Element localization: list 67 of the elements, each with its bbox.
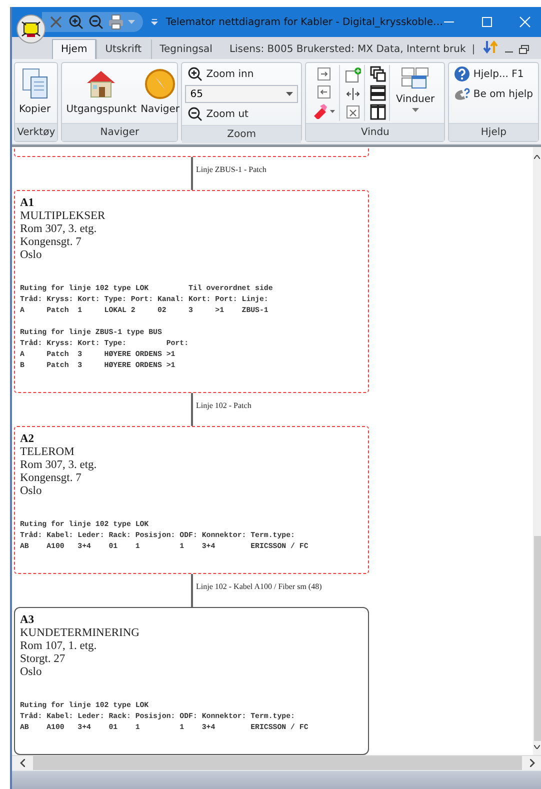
node-name: A3 bbox=[20, 614, 36, 627]
ribbon-tab[interactable]: Hjem bbox=[52, 39, 96, 59]
node-text: Rom 307, 3. etg. bbox=[20, 459, 98, 472]
node-text: TELEROM bbox=[20, 446, 76, 459]
window-title: Telemator nettdiagram for Kabler - Digital_krysskoble… bbox=[166, 16, 443, 28]
eraser-pencil-icon[interactable] bbox=[312, 103, 336, 119]
zoom-out-button[interactable]: Zoom ut bbox=[185, 105, 298, 123]
node-text: Oslo bbox=[20, 666, 43, 679]
connector-label: Linje ZBUS-1 - Patch bbox=[195, 164, 266, 176]
group-label: Zoom bbox=[182, 125, 301, 143]
zoom-combobox[interactable]: 65 bbox=[185, 85, 298, 103]
connector-label: Linje 102 - Patch bbox=[195, 400, 252, 412]
copy-icon bbox=[20, 67, 50, 101]
split-icon[interactable] bbox=[346, 87, 360, 101]
scroll-down-icon[interactable] bbox=[534, 745, 540, 749]
vertical-scrollbar[interactable] bbox=[533, 147, 541, 755]
connector-label: Linje 102 - Kabel A100 / Fiber sm (48) bbox=[195, 581, 322, 593]
group-label: Naviger bbox=[62, 123, 178, 141]
close-window-icon[interactable] bbox=[346, 105, 360, 119]
scroll-left-icon[interactable] bbox=[20, 759, 25, 767]
ask-help-button[interactable]: Be om hjelp bbox=[452, 85, 535, 103]
cascade-icon[interactable] bbox=[370, 66, 386, 82]
group-label: Vindu bbox=[306, 123, 444, 141]
zoom-out-icon[interactable] bbox=[88, 14, 104, 30]
separator-text: | bbox=[472, 44, 476, 57]
node-text: Storgt. 27 bbox=[20, 653, 66, 666]
customize-icon[interactable] bbox=[151, 18, 158, 26]
node-name: A1 bbox=[20, 197, 36, 210]
scroll-thumb[interactable] bbox=[534, 536, 540, 741]
zoom-out-icon bbox=[187, 106, 204, 122]
node-text: Kongensgt. 7 bbox=[20, 236, 82, 249]
copy-button[interactable]: Kopier bbox=[18, 65, 52, 121]
node-text: Kongensgt. 7 bbox=[20, 472, 82, 485]
navigate-button[interactable]: Naviger bbox=[140, 65, 180, 121]
zoom-in-icon bbox=[187, 66, 204, 82]
license-text: Lisens: B005 Brukersted: MX Data, Internt bruk bbox=[228, 44, 467, 57]
tile-horizontal-icon[interactable] bbox=[370, 84, 386, 101]
new-window-icon[interactable] bbox=[344, 67, 361, 83]
group-label: Hjelp bbox=[449, 123, 538, 141]
windows-icon bbox=[401, 67, 430, 91]
node-text: Oslo bbox=[20, 249, 43, 262]
windows-button[interactable]: Vinduer bbox=[392, 65, 436, 121]
window-arrow-right-icon[interactable] bbox=[316, 67, 331, 81]
scroll-right-icon[interactable] bbox=[530, 759, 535, 767]
compass-icon bbox=[143, 67, 178, 101]
node-text: Oslo bbox=[20, 485, 43, 498]
printer-icon[interactable] bbox=[108, 14, 124, 30]
zoom-in-icon[interactable] bbox=[68, 14, 84, 30]
question-mark-icon bbox=[454, 66, 470, 82]
node-text: Rom 107, 1. etg. bbox=[20, 640, 98, 653]
window-arrow-left-icon[interactable] bbox=[316, 85, 331, 99]
help-button[interactable]: Hjelp... F1 bbox=[452, 65, 535, 83]
node-text: Rom 307, 3. etg. bbox=[20, 223, 98, 236]
node-text: KUNDETERMINERING bbox=[20, 627, 140, 640]
dropdown-icon bbox=[412, 108, 419, 112]
tile-vertical-icon[interactable] bbox=[370, 104, 386, 120]
sort-arrows-icon[interactable] bbox=[483, 40, 500, 54]
dropdown-icon bbox=[286, 92, 293, 96]
close-icon[interactable] bbox=[519, 16, 531, 28]
zoom-in-button[interactable]: Zoom inn bbox=[185, 65, 298, 83]
node-text: MULTIPLEKSER bbox=[20, 210, 106, 223]
node-name: A2 bbox=[20, 433, 36, 446]
scroll-up-icon[interactable] bbox=[534, 155, 540, 159]
maximize-icon[interactable] bbox=[481, 16, 493, 28]
group-label: Verktøy bbox=[15, 123, 58, 141]
home-button[interactable]: Utgangspunkt bbox=[65, 65, 138, 121]
restore-icon[interactable] bbox=[519, 45, 530, 54]
